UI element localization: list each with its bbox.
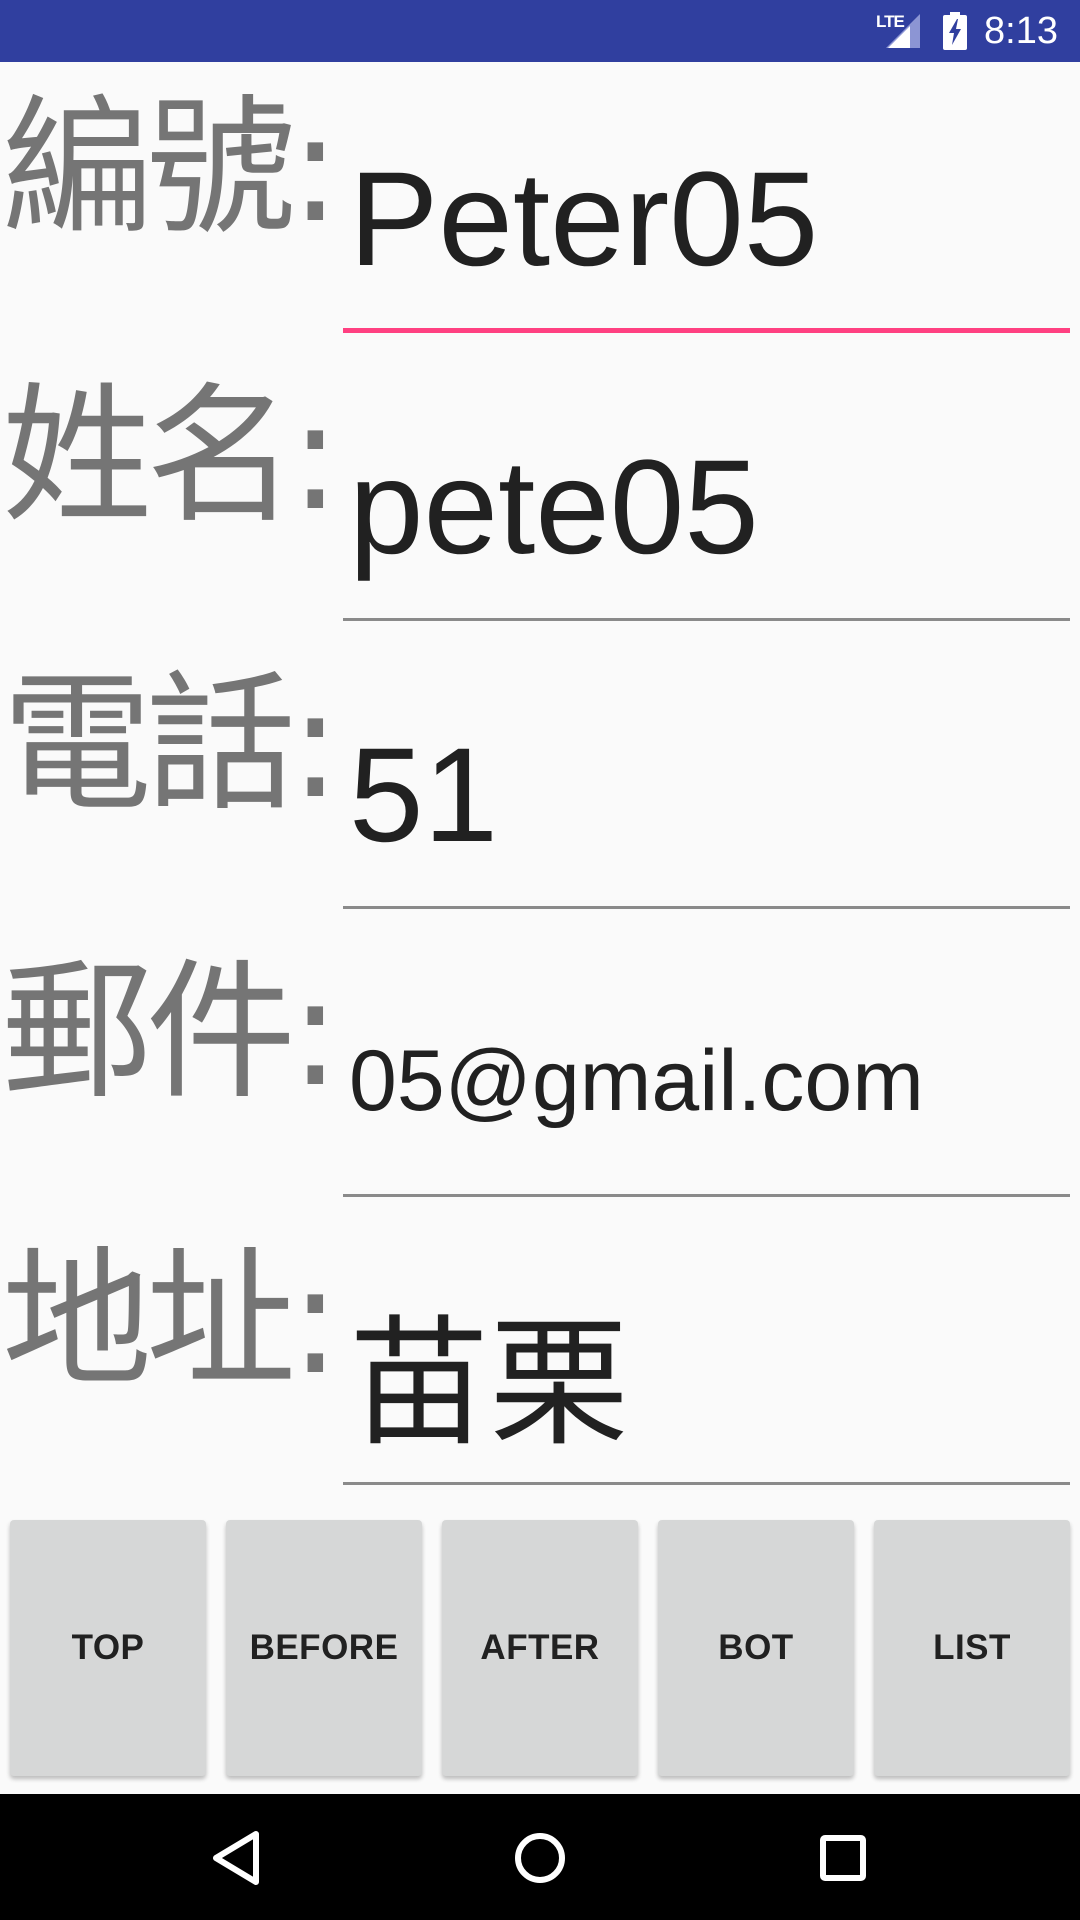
phone-input[interactable]: [343, 720, 1070, 870]
name-input[interactable]: [343, 432, 1070, 582]
address-input-underline: [343, 1482, 1070, 1485]
address-label: 地址:: [2, 1234, 341, 1408]
back-triangle-icon[interactable]: [202, 1822, 274, 1894]
form-row-id: 編號:: [0, 62, 1080, 350]
system-navigation-bar: [0, 1794, 1080, 1920]
bot-button[interactable]: BOT: [658, 1520, 854, 1776]
clock-time: 8:13: [984, 10, 1058, 52]
address-input[interactable]: [343, 1292, 1070, 1452]
navigation-button-row: TOP BEFORE AFTER BOT LIST: [0, 1520, 1080, 1778]
form-row-name: 姓名:: [0, 350, 1080, 638]
phone-input-underline: [343, 906, 1070, 909]
after-button[interactable]: AFTER: [442, 1520, 638, 1776]
lte-signal-icon: LTE: [876, 12, 922, 50]
home-circle-icon[interactable]: [504, 1822, 576, 1894]
phone-label: 電話:: [2, 658, 341, 832]
email-input-underline: [343, 1194, 1070, 1197]
status-bar: LTE 8:13: [0, 0, 1080, 62]
battery-charging-icon: [942, 12, 968, 50]
email-input[interactable]: [343, 1026, 1070, 1136]
name-input-underline: [343, 618, 1070, 621]
form-row-address: 地址:: [0, 1214, 1080, 1502]
app-screen: LTE 8:13 編號: 姓名: 電話: 郵: [0, 0, 1080, 1920]
before-button[interactable]: BEFORE: [226, 1520, 422, 1776]
form-row-email: 郵件:: [0, 926, 1080, 1214]
id-label: 編號:: [2, 82, 341, 256]
recents-square-icon[interactable]: [807, 1822, 879, 1894]
id-input[interactable]: [343, 144, 1070, 294]
list-button[interactable]: LIST: [874, 1520, 1070, 1776]
email-label: 郵件:: [2, 946, 341, 1120]
top-button[interactable]: TOP: [10, 1520, 206, 1776]
id-input-underline: [343, 328, 1070, 333]
form-row-phone: 電話:: [0, 638, 1080, 926]
name-label: 姓名:: [2, 370, 341, 544]
